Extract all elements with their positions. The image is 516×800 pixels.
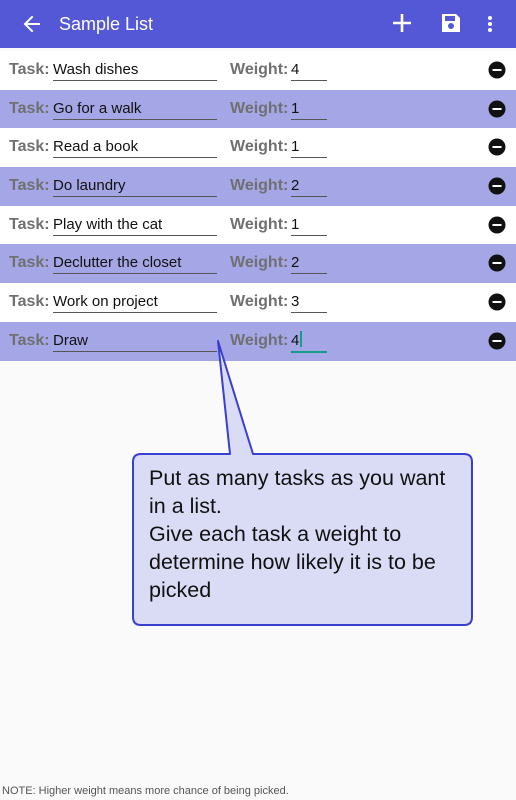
callout-text: Put as many tasks as you want in a list.… — [149, 466, 446, 602]
weight-label: Weight: — [230, 293, 289, 311]
remove-circle-icon[interactable] — [488, 138, 506, 156]
weight-input[interactable]: 1 — [291, 137, 327, 159]
task-label: Task: — [9, 215, 50, 233]
list-item: Task: Draw Weight: 4 — [0, 321, 516, 361]
weight-label: Weight: — [230, 215, 289, 233]
task-label: Task: — [9, 254, 50, 272]
task-label: Task: — [9, 331, 50, 349]
weight-label: Weight: — [230, 99, 289, 117]
floppy-disk-icon[interactable] — [439, 11, 463, 35]
list-item: Task: Read a book Weight: 1 — [0, 128, 516, 168]
list-item: Task: Declutter the closet Weight: 2 — [0, 244, 516, 284]
remove-circle-icon[interactable] — [488, 61, 506, 79]
weight-input[interactable]: 2 — [291, 176, 327, 198]
list-item: Task: Play with the cat Weight: 1 — [0, 205, 516, 245]
remove-circle-icon[interactable] — [488, 293, 506, 311]
arrow-left-icon[interactable] — [22, 14, 42, 34]
task-input[interactable]: Declutter the closet — [53, 253, 217, 275]
weight-label: Weight: — [230, 331, 289, 349]
remove-circle-icon[interactable] — [488, 254, 506, 272]
weight-input[interactable]: 4 — [291, 330, 327, 353]
remove-circle-icon[interactable] — [488, 216, 506, 234]
list-item: Task: Wash dishes Weight: 4 — [0, 51, 516, 90]
remove-circle-icon[interactable] — [488, 100, 506, 118]
task-label: Task: — [9, 293, 50, 311]
task-input[interactable]: Do laundry — [53, 176, 217, 198]
task-label: Task: — [9, 138, 50, 156]
list-item: Task: Work on project Weight: 3 — [0, 283, 516, 322]
task-input[interactable]: Draw — [53, 331, 217, 352]
weight-input[interactable]: 1 — [291, 99, 327, 120]
task-list: Task: Wash dishes Weight: 4 Task: Go for… — [0, 51, 516, 361]
list-item: Task: Go for a walk Weight: 1 — [0, 89, 516, 129]
weight-label: Weight: — [230, 138, 289, 156]
page-title: Sample List — [59, 14, 154, 34]
weight-label: Weight: — [230, 254, 289, 272]
task-input[interactable]: Go for a walk — [53, 99, 217, 120]
text-caret — [300, 330, 302, 347]
weight-input[interactable]: 3 — [291, 292, 327, 314]
remove-circle-icon[interactable] — [488, 177, 506, 195]
remove-circle-icon[interactable] — [488, 332, 506, 350]
footer-note: NOTE: Higher weight means more chance of… — [2, 785, 289, 797]
task-input[interactable]: Read a book — [53, 137, 217, 159]
weight-label: Weight: — [230, 177, 289, 195]
task-input[interactable]: Wash dishes — [53, 60, 217, 81]
weight-value: 4 — [291, 331, 300, 349]
more-vertical-icon[interactable] — [486, 14, 494, 34]
task-label: Task: — [9, 61, 50, 78]
task-label: Task: — [9, 99, 50, 117]
weight-input[interactable]: 4 — [291, 60, 327, 81]
task-input[interactable]: Play with the cat — [53, 215, 217, 236]
weight-input[interactable]: 2 — [291, 253, 327, 275]
task-input[interactable]: Work on project — [53, 292, 217, 314]
weight-label: Weight: — [230, 61, 289, 78]
list-item: Task: Do laundry Weight: 2 — [0, 167, 516, 206]
plus-icon[interactable] — [391, 12, 413, 34]
weight-input[interactable]: 1 — [291, 215, 327, 236]
app-bar: Sample List — [0, 0, 516, 48]
task-label: Task: — [9, 177, 50, 195]
